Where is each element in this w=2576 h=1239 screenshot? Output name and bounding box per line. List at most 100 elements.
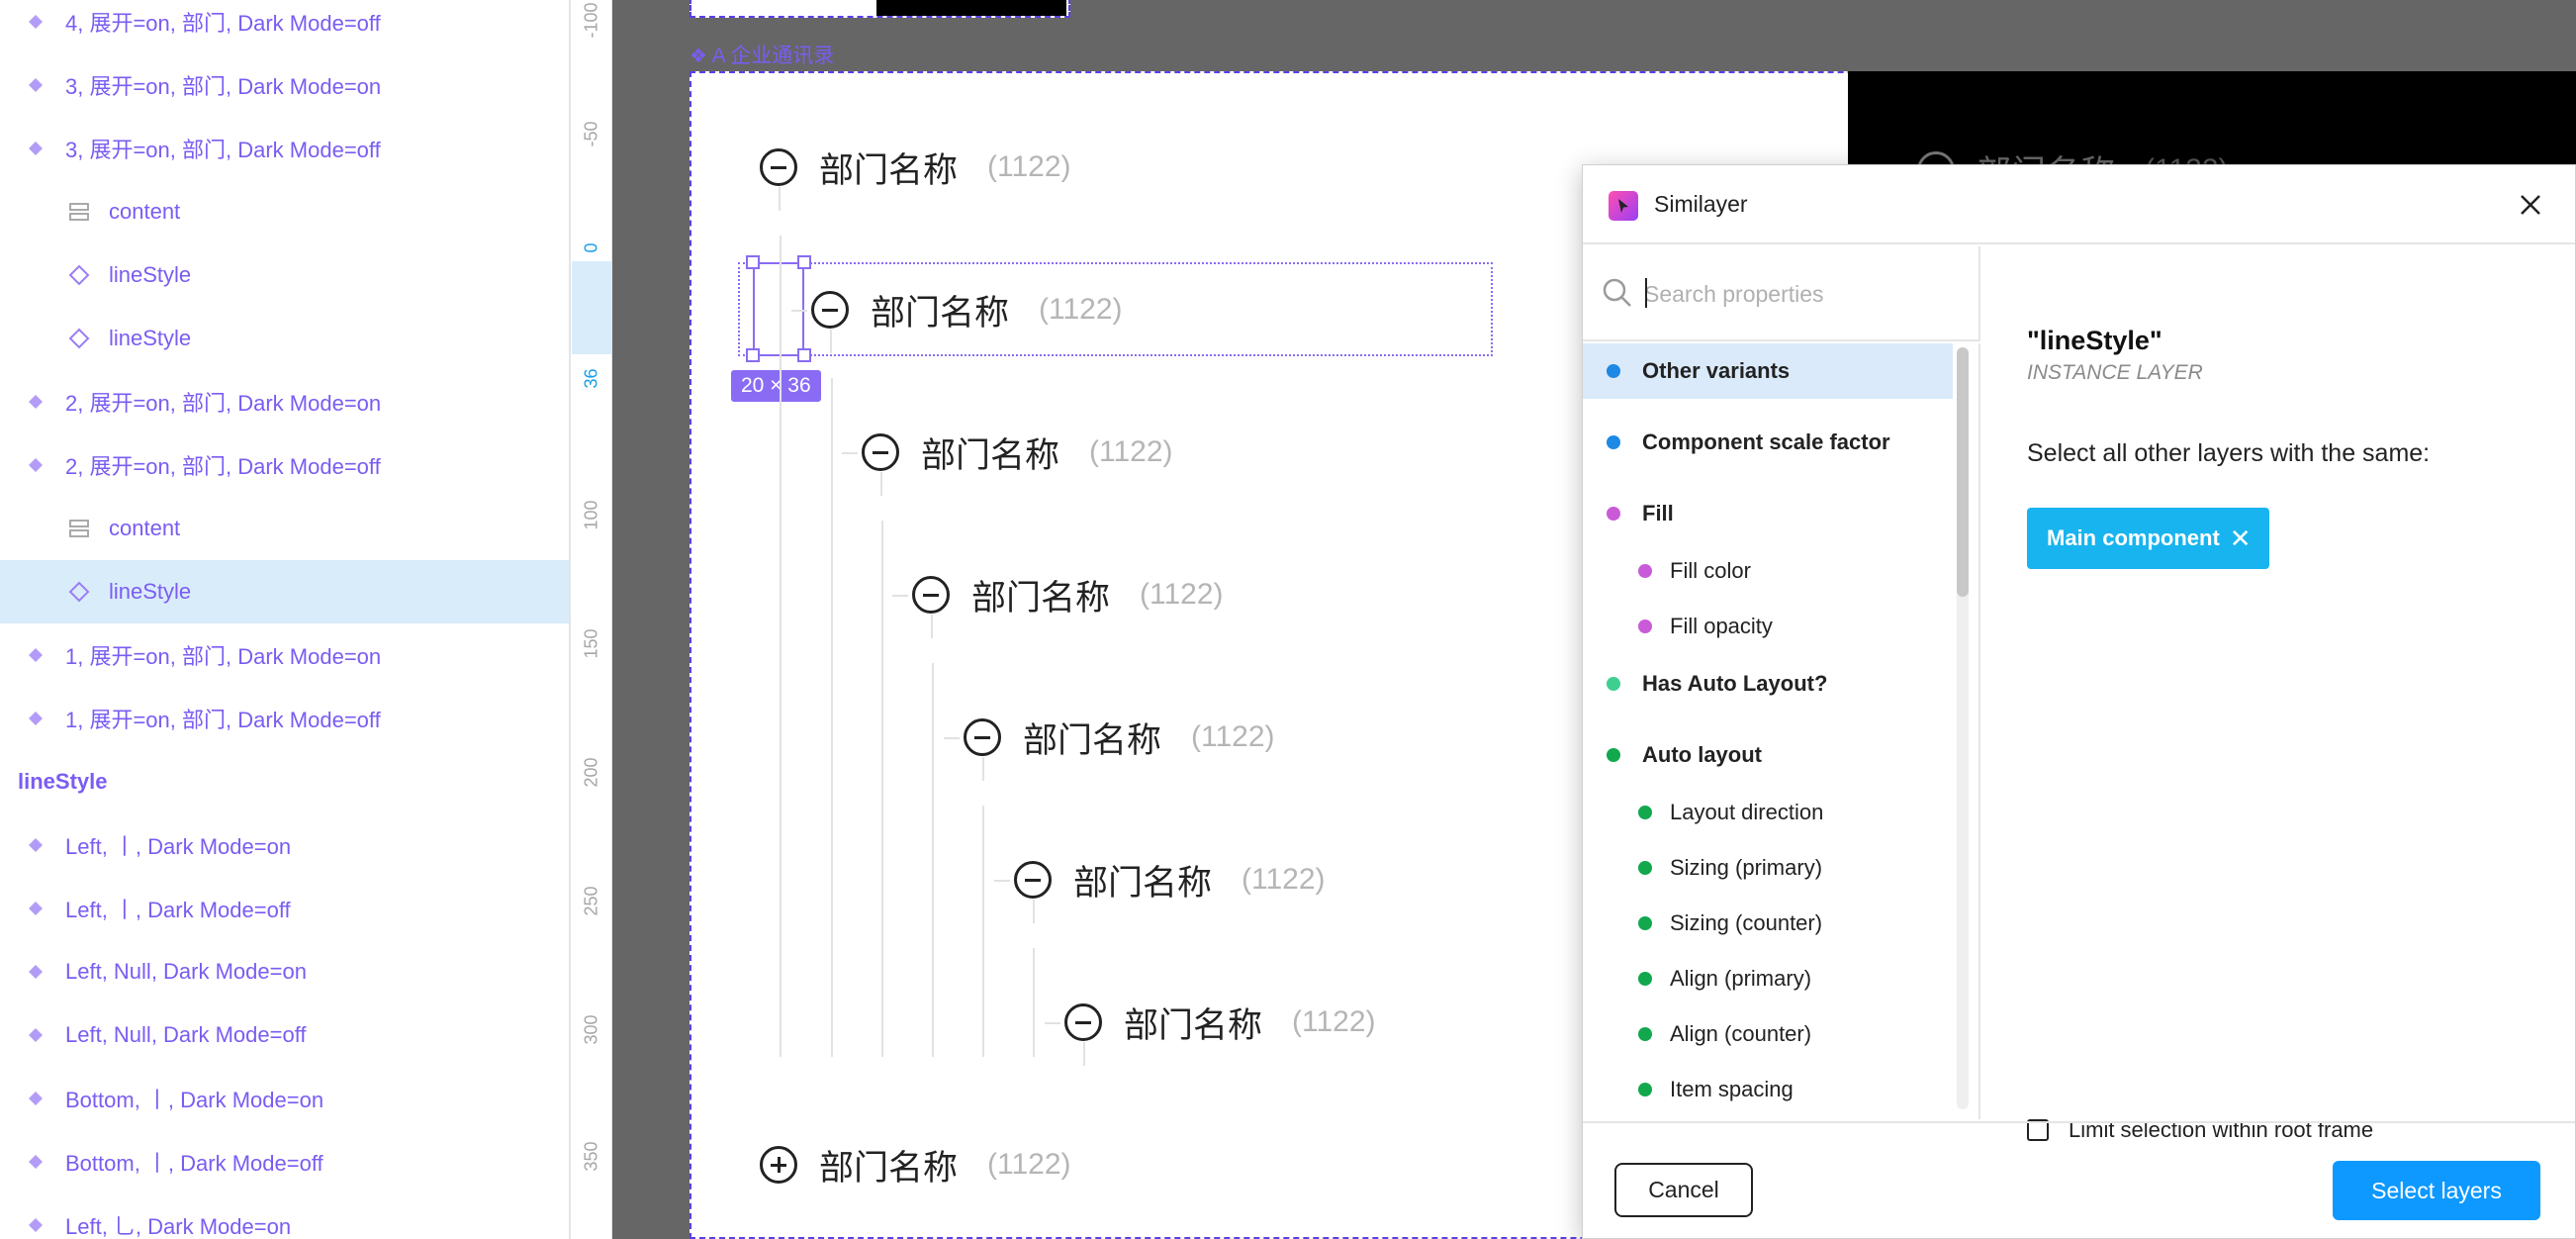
property-item[interactable]: Sizing (counter) [1583,896,1953,951]
main-component-chip[interactable]: Main component ✕ [2027,508,2269,569]
layers-panel: 4, 展开=on, 部门, Dark Mode=off 3, 展开=on, 部门,… [0,0,571,1239]
layer-row[interactable]: 2, 展开=on, 部门, Dark Mode=off [0,433,569,497]
tree-row[interactable]: 部门名称 (1122) [912,565,1224,624]
property-item[interactable]: Fill color [1583,543,1953,599]
layer-row[interactable]: content [0,497,569,560]
tree-row[interactable]: 部门名称 (1122) [760,138,1071,197]
ruler-tick-text: 250 [581,885,601,916]
resize-handle-top-left[interactable] [746,255,760,269]
layer-row[interactable]: Left, Null, Dark Mode=on [0,940,569,1003]
layer-label: Left, 丨, Dark Mode=off [65,898,291,922]
select-layers-button[interactable]: Select layers [2333,1161,2540,1220]
layer-row[interactable]: 1, 展开=on, 部门, Dark Mode=off [0,687,569,750]
property-color-dot [1607,748,1620,762]
collapse-icon[interactable] [912,576,950,614]
property-item[interactable]: Component scale factor [1583,415,1953,470]
property-label: Align (primary) [1670,966,1812,991]
property-item[interactable]: Has Auto Layout? [1583,656,1953,712]
property-item[interactable]: Align (primary) [1583,951,1953,1006]
layer-row[interactable]: content [0,180,569,243]
property-label: Item spacing [1670,1077,1794,1101]
plugin-title: Similayer [1654,191,1748,217]
property-item[interactable]: Fill opacity [1583,599,1953,654]
tree-row[interactable]: 部门名称 (1122) [1064,993,1376,1052]
property-item[interactable]: Auto layout [1583,727,1953,783]
collapse-icon[interactable] [862,433,899,471]
tree-guide-line [831,378,833,1057]
tree-row[interactable]: 部门名称 (1122) [760,1135,1071,1194]
plugin-header: Similayer [1583,165,2575,244]
layer-row[interactable]: 1, 展开=on, 部门, Dark Mode=on [0,623,569,687]
layer-row[interactable]: Left, 丨, Dark Mode=off [0,877,569,940]
resize-handle-bottom-right[interactable] [797,348,811,362]
layer-row[interactable]: 3, 展开=on, 部门, Dark Mode=off [0,117,569,180]
ruler-tick-text: 300 [581,1013,601,1045]
chip-label: Main component [2047,525,2220,550]
stack-frame-icon [67,517,91,540]
layer-row[interactable]: 3, 展开=on, 部门, Dark Mode=on [0,53,569,117]
resize-handle-bottom-left[interactable] [746,348,760,362]
frame-label[interactable]: ❖ A 企业通讯录 [690,40,834,69]
ruler-tick-label: -100 [571,0,612,40]
cancel-button[interactable]: Cancel [1614,1163,1753,1217]
property-item[interactable]: Other variants [1583,343,1953,399]
tree-row[interactable]: 部门名称 (1122) [964,708,1275,767]
layer-row[interactable]: lineStyle [0,560,569,623]
ruler-tick-label: -50 [571,114,612,153]
dept-name: 部门名称 [1073,863,1213,903]
ruler-tick-label: 250 [571,881,612,920]
scrollbar-thumb[interactable] [1957,347,1969,597]
layer-row[interactable]: Bottom, 丨, Dark Mode=off [0,1130,569,1193]
property-label: Fill opacity [1670,614,1773,638]
tree-branch-line [1045,1022,1060,1024]
selection-box-row[interactable] [738,262,1493,356]
property-color-dot [1607,364,1620,378]
property-item[interactable]: Align (counter) [1583,1006,1953,1062]
layer-row[interactable]: Bottom, 丨, Dark Mode=on [0,1067,569,1130]
resize-handle-top-right[interactable] [797,255,811,269]
tree-guide-line [780,236,782,1057]
remove-chip-icon[interactable]: ✕ [2230,524,2252,554]
property-color-dot [1638,916,1652,930]
ruler-tick-text: -50 [581,120,601,147]
tree-row[interactable]: 部门名称 (1122) [862,423,1173,482]
layer-type: INSTANCE LAYER [2027,361,2203,384]
ruler-tick-label: 350 [571,1136,612,1176]
text-caret [1645,278,1647,308]
expand-icon[interactable] [760,1146,797,1184]
variant-icon [24,833,47,857]
layer-label: 2, 展开=on, 部门, Dark Mode=off [65,454,381,479]
ruler-tick-label: 100 [571,495,612,534]
layer-label: content [109,516,181,540]
layer-row[interactable]: Left, 丨, Dark Mode=on [0,813,569,877]
property-label: Other variants [1642,358,1791,383]
layer-row[interactable]: Left, Null, Dark Mode=off [0,1003,569,1067]
search-input[interactable] [1644,276,1961,312]
layer-row[interactable]: lineStyle [0,750,569,813]
layer-row[interactable]: 2, 展开=on, 部门, Dark Mode=on [0,370,569,433]
property-color-dot [1638,972,1652,986]
property-item[interactable]: Sizing (primary) [1583,840,1953,896]
property-item[interactable]: Item spacing [1583,1062,1953,1117]
collapse-icon[interactable] [964,718,1001,756]
collapse-icon[interactable] [1014,861,1052,899]
dept-count: (1122) [987,150,1071,183]
tree-branch-line [892,595,908,597]
close-icon[interactable] [2513,187,2548,223]
collapse-icon[interactable] [760,148,797,186]
layer-label: Left, 丨, Dark Mode=on [65,834,292,859]
tree-branch-line [842,452,858,454]
variant-icon [24,137,47,160]
tree-branch-line [791,310,807,312]
tree-row[interactable]: 部门名称 (1122) [1014,850,1326,909]
layer-row[interactable]: lineStyle [0,307,569,370]
property-detail: "lineStyle" INSTANCE LAYER Select all ot… [1982,246,2576,1142]
layer-row[interactable]: lineStyle [0,243,569,307]
layer-row[interactable]: Left, 乚, Dark Mode=on [0,1193,569,1239]
collapse-icon[interactable] [1064,1003,1102,1041]
layer-row[interactable]: 4, 展开=on, 部门, Dark Mode=off [0,0,569,53]
property-list[interactable]: Other variants Component scale factor Fill… [1583,343,1980,1119]
property-item[interactable]: Layout direction [1583,785,1953,840]
ruler-selection-highlight [572,261,611,354]
property-item[interactable]: Fill [1583,486,1953,541]
